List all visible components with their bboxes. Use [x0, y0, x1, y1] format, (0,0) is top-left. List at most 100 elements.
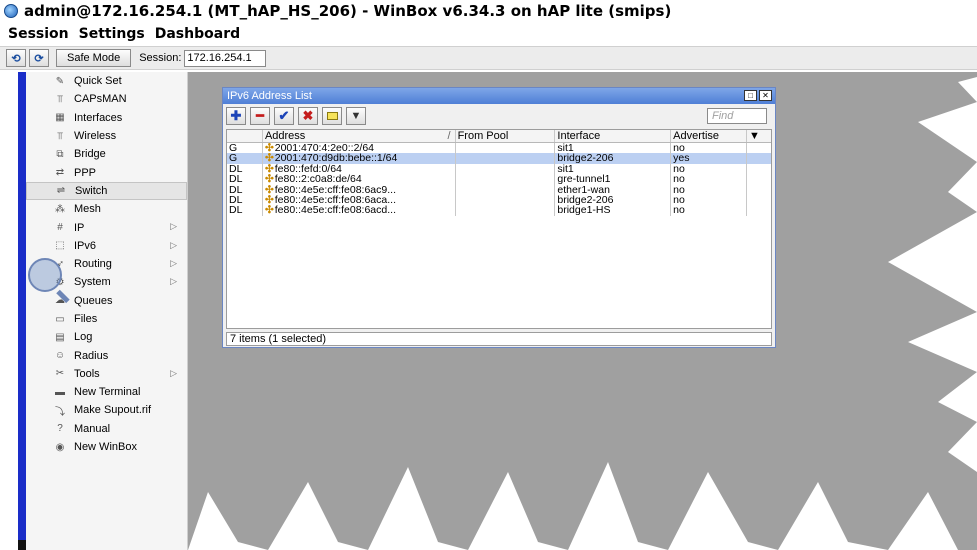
row-from-pool [456, 163, 556, 175]
column-address-label: Address [264, 130, 306, 142]
sidebar-item-label: Log [74, 331, 93, 344]
ipv6-address-list-window[interactable]: IPv6 Address List □ ✕ ✚ ━ ✔ ✖ ▼ Find Add… [222, 87, 776, 348]
table-row[interactable]: G ✣2001:470:4:2e0::2/64 sit1 no [227, 143, 771, 154]
row-advertise-text: no [673, 174, 685, 185]
row-advertise: yes [671, 153, 748, 164]
submenu-arrow-icon: ▷ [170, 367, 177, 378]
sidebar-item-label: Make Supout.rif [74, 404, 152, 417]
remove-button[interactable]: ━ [250, 107, 270, 125]
maximize-icon[interactable]: □ [744, 90, 757, 101]
table-row[interactable]: DL ✣fe80::fefd:0/64 sit1 no [227, 163, 771, 175]
row-from-pool [456, 205, 556, 216]
sidebar-item-ipv6[interactable]: ⬚ IPv6 ▷ [26, 237, 187, 255]
row-spacer [747, 153, 771, 163]
comment-button[interactable] [322, 107, 342, 125]
row-address-text: fe80::4e5e:cff:fe08:6acd... [274, 205, 396, 216]
address-icon: ✣ [264, 163, 274, 175]
log-icon: ▤ [55, 331, 65, 343]
sidebar-item-capsman[interactable]: ⫪ CAPsMAN [26, 90, 187, 108]
row-flag: DL [227, 174, 263, 185]
sidebar-item-ip[interactable]: # IP ▷ [26, 218, 187, 236]
safe-mode-button[interactable]: Safe Mode [56, 49, 132, 67]
sidebar-item-queues[interactable]: ☁ Queues [26, 292, 187, 310]
ipv6-icon: ⬚ [55, 240, 65, 252]
find-input[interactable]: Find [707, 108, 767, 124]
sidebar-item-tools[interactable]: ✂ Tools ▷ [26, 365, 187, 383]
table-row[interactable]: DL ✣fe80::4e5e:cff:fe08:6ac9... ether1-wan… [227, 184, 771, 195]
sidebar-item-switch[interactable]: ⇌ Switch [26, 181, 187, 201]
session-field[interactable]: 172.16.254.1 [184, 49, 267, 67]
row-interface: bridge2-206 [555, 153, 672, 164]
sidebar-item-label: New Terminal [74, 386, 141, 399]
sidebar-item-new-winbox[interactable]: ◉ New WinBox [26, 438, 187, 456]
sidebar-item-mesh[interactable]: ⁂ Mesh [26, 200, 187, 218]
window-title: admin@172.16.254.1 (MT_hAP_HS_206) - Win… [24, 2, 672, 20]
row-advertise-text: no [673, 163, 685, 175]
table-header: Address / From Pool Interface Advertise … [227, 130, 771, 143]
row-interface-text: sit1 [557, 143, 574, 154]
row-spacer [747, 174, 771, 184]
row-interface: sit1 [555, 143, 672, 154]
sidebar-item-radius[interactable]: ☺ Radius [26, 346, 187, 364]
interfaces-icon: ▦ [55, 112, 65, 124]
close-icon[interactable]: ✕ [759, 90, 772, 101]
ppp-icon: ⇄ [55, 167, 65, 179]
row-address-text: 2001:470:d9db:bebe::1/64 [274, 153, 398, 164]
sidebar-item-interfaces[interactable]: ▦ Interfaces [26, 109, 187, 127]
row-flag-text: G [229, 153, 238, 164]
table-row[interactable]: G ✣2001:470:d9db:bebe::1/64 bridge2-206 yes [227, 153, 771, 164]
winbox-logo-icon [4, 4, 18, 18]
undo-button[interactable]: ⟲ [6, 49, 26, 67]
row-spacer [747, 205, 771, 215]
filter-button[interactable]: ▼ [346, 107, 366, 125]
column-flags[interactable] [227, 130, 263, 142]
sidebar-item-wireless[interactable]: ⫪ Wireless [26, 127, 187, 145]
column-dropdown[interactable]: ▼ [747, 130, 771, 142]
row-from-pool [456, 184, 556, 195]
sidebar-item-bridge[interactable]: ⧉ Bridge [26, 145, 187, 163]
row-address: ✣fe80::4e5e:cff:fe08:6acd... [263, 205, 456, 216]
sidebar-item-files[interactable]: ▭ Files [26, 310, 187, 328]
column-address[interactable]: Address / [263, 130, 456, 142]
disable-button[interactable]: ✖ [298, 107, 318, 125]
row-spacer [747, 164, 771, 174]
row-flag: DL [227, 184, 263, 195]
sidebar-item-manual[interactable]: ? Manual [26, 420, 187, 438]
table-row[interactable]: DL ✣fe80::4e5e:cff:fe08:6acd... bridge1-HS… [227, 205, 771, 216]
column-from-pool[interactable]: From Pool [456, 130, 556, 142]
row-address: ✣fe80::4e5e:cff:fe08:6aca... [263, 194, 456, 206]
sidebar-item-new-terminal[interactable]: ▬ New Terminal [26, 383, 187, 401]
address-icon: ✣ [264, 153, 274, 164]
redo-button[interactable]: ⟳ [29, 49, 49, 67]
row-spacer [747, 195, 771, 205]
column-interface[interactable]: Interface [555, 130, 672, 142]
table-body: G ✣2001:470:4:2e0::2/64 sit1 no G ✣2001:470:d… [227, 143, 771, 216]
sidebar-item-label: New WinBox [74, 441, 137, 454]
menu-settings[interactable]: Settings [79, 26, 145, 42]
check-icon: ✔ [278, 108, 290, 123]
sidebar-item-log[interactable]: ▤ Log [26, 328, 187, 346]
app-titlebar: admin@172.16.254.1 (MT_hAP_HS_206) - Win… [0, 0, 977, 22]
add-button[interactable]: ✚ [226, 107, 246, 125]
row-advertise-text: no [673, 184, 685, 195]
column-advertise[interactable]: Advertise [671, 130, 748, 142]
x-icon: ✖ [302, 108, 314, 123]
row-interface: gre-tunnel1 [555, 174, 672, 185]
table-row[interactable]: DL ✣fe80::2:c0a8:de/64 gre-tunnel1 no [227, 174, 771, 185]
sidebar-item-make-supout-rif[interactable]: ⤵ Make Supout.rif [26, 401, 187, 419]
switch-icon: ⇌ [56, 185, 66, 197]
sidebar-item-label: IPv6 [74, 239, 97, 252]
status-bar: 7 items (1 selected) [226, 332, 772, 346]
address-icon: ✣ [264, 174, 274, 185]
table-row[interactable]: DL ✣fe80::4e5e:cff:fe08:6aca... bridge2-20… [227, 194, 771, 206]
menu-session[interactable]: Session [8, 26, 69, 42]
row-interface-text: gre-tunnel1 [557, 174, 611, 185]
sidebar-item-ppp[interactable]: ⇄ PPP [26, 163, 187, 181]
sidebar-item-quick-set[interactable]: ✎ Quick Set [26, 72, 187, 90]
ipv6-window-titlebar[interactable]: IPv6 Address List □ ✕ [223, 88, 775, 104]
strip-end [18, 540, 26, 550]
enable-button[interactable]: ✔ [274, 107, 294, 125]
sidebar-item-label: Routing [74, 258, 112, 271]
menu-dashboard[interactable]: Dashboard [155, 26, 240, 42]
ipv6-window-title: IPv6 Address List [227, 90, 312, 102]
